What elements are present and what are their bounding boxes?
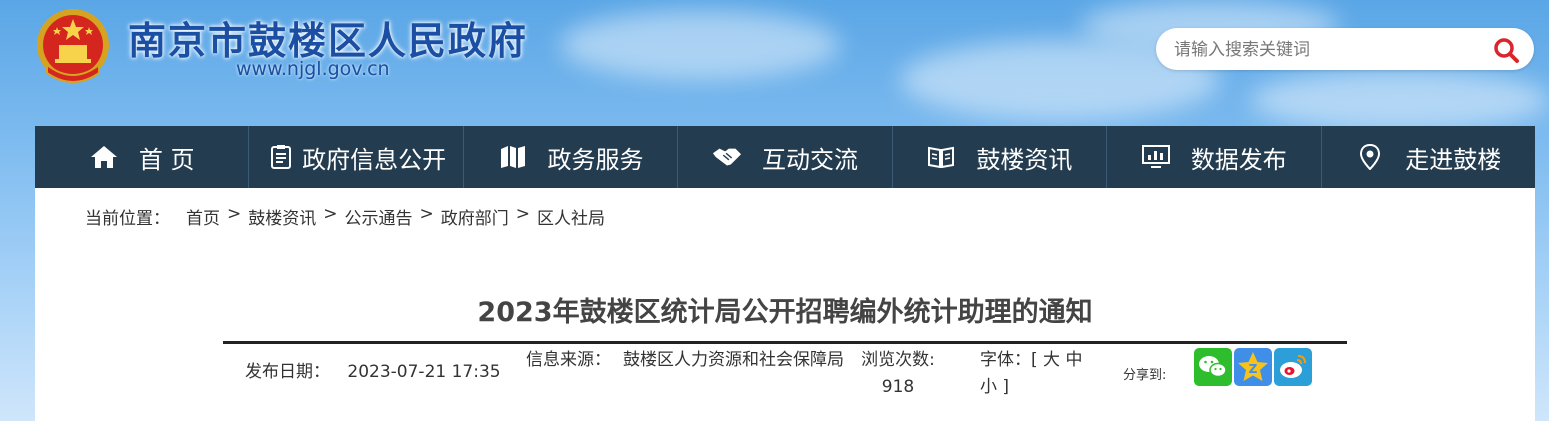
nav-item-gov-service[interactable]: 政务服务 [462,126,677,188]
nav-item-gov-info[interactable]: 政府信息公开 [248,126,462,188]
breadcrumb-item-gov-dept[interactable]: 政府部门 [441,204,509,229]
home-icon [89,142,119,172]
breadcrumb-item-notices[interactable]: 公示通告 [345,204,413,229]
location-pin-icon [1355,142,1385,172]
font-size-medium[interactable]: 中 [1065,350,1082,370]
national-emblem-icon[interactable] [33,5,113,85]
share-label: 分享到: [1123,368,1167,383]
nav-item-interaction[interactable]: 互动交流 [677,126,891,188]
monitor-chart-icon [1141,142,1171,172]
publish-date-value: 2023-07-21 17:35 [347,362,501,382]
wechat-icon[interactable] [1194,348,1232,386]
view-count: 浏览次数: 918 [848,347,948,401]
nav-item-news[interactable]: 鼓楼资讯 [891,126,1106,188]
nav-item-about[interactable]: 走进鼓楼 [1320,126,1535,188]
publish-date: 发布日期： 2023-07-21 17:35 [245,359,501,386]
publish-date-label: 发布日期： [245,362,330,382]
nav-item-label: 鼓楼资讯 [976,145,1073,174]
view-count-value: 918 [881,377,915,397]
nav-item-label: 政务服务 [547,145,644,174]
title-divider [223,341,1347,344]
breadcrumb-item-hr-bureau[interactable]: 区人社局 [537,204,605,229]
breadcrumb-separator: > [323,204,338,224]
breadcrumb-item-home[interactable]: 首页 [186,204,220,229]
info-source: 信息来源： 鼓楼区人力资源和社会保障局 [526,347,846,374]
nav-item-data[interactable]: 数据发布 [1106,126,1320,188]
font-size-control: 字体：[ 大 中 小 ] [980,347,1100,401]
search-icon[interactable] [1492,36,1520,64]
nav-item-label: 首 页 [138,145,195,174]
breadcrumb-separator: > [515,204,530,224]
map-icon [498,142,528,172]
font-size-end: ] [1002,377,1010,397]
nav-item-label: 互动交流 [761,145,858,174]
main-content: 当前位置： 首页 > 鼓楼资讯 > 公示通告 > 政府部门 > 区人社局 202… [35,188,1535,421]
site-url[interactable]: www.njgl.gov.cn [236,58,390,80]
nav-item-label: 数据发布 [1190,145,1287,174]
breadcrumb-separator: > [227,204,242,224]
nav-item-home[interactable]: 首 页 [35,126,248,188]
qzone-icon[interactable]: Z [1234,348,1272,386]
info-source-label: 信息来源： [526,350,611,370]
view-count-label: 浏览次数: [861,350,935,370]
nav-item-label: 走进鼓楼 [1405,145,1502,174]
font-size-large[interactable]: 大 [1043,350,1060,370]
document-icon [266,142,296,172]
breadcrumb-label: 当前位置： [85,209,170,229]
search-box [1156,28,1534,70]
svg-text:Z: Z [1249,362,1258,376]
breadcrumb-separator: > [419,204,434,224]
weibo-icon[interactable] [1274,348,1312,386]
nav-item-label: 政府信息公开 [302,145,447,174]
main-nav: 首 页 政府信息公开 政务服务 互动交流 鼓楼资讯 数据发布 走进鼓楼 [35,126,1535,188]
search-input[interactable] [1172,36,1476,64]
article-title: 2023年鼓楼区统计局公开招聘编外统计助理的通知 [477,297,1093,328]
site-header: 南京市鼓楼区人民政府 www.njgl.gov.cn [0,0,1549,126]
info-source-value: 鼓楼区人力资源和社会保障局 [623,350,844,370]
handshake-icon [712,142,742,172]
breadcrumb: 当前位置： 首页 > 鼓楼资讯 > 公示通告 > 政府部门 > 区人社局 [85,204,605,229]
breadcrumb-item-news[interactable]: 鼓楼资讯 [248,204,316,229]
font-size-label: 字体：[ [980,350,1038,370]
font-size-small[interactable]: 小 [980,377,997,397]
book-icon [926,142,956,172]
site-title[interactable]: 南京市鼓楼区人民政府 [128,10,528,65]
